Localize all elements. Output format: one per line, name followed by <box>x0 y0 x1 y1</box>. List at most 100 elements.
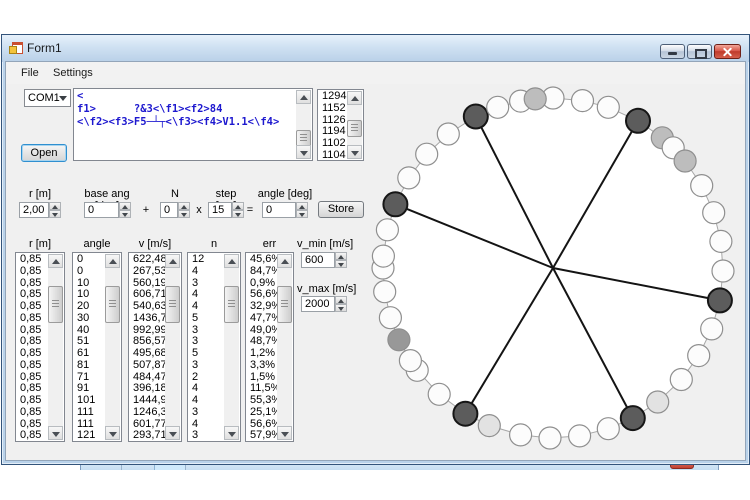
list-item[interactable]: 0 <box>74 254 105 266</box>
r-scrollbar[interactable] <box>48 254 63 440</box>
angle-value[interactable]: 0 <box>262 202 296 218</box>
list-item[interactable]: 12 <box>189 254 224 266</box>
list-item[interactable]: 4 <box>189 395 224 407</box>
step-up-button[interactable] <box>335 252 347 260</box>
v-max-stepper[interactable]: 2000 <box>301 296 347 312</box>
title-bar[interactable]: Form1 <box>2 35 749 62</box>
list-item[interactable]: 121 <box>74 430 105 440</box>
com-port-select[interactable]: COM1 <box>24 89 71 107</box>
list-item[interactable]: 25,1% <box>247 407 277 419</box>
step-down-button[interactable] <box>296 210 308 218</box>
list-item[interactable]: 1246,3 <box>130 407 165 419</box>
scroll-up-button[interactable] <box>347 91 362 105</box>
list-item[interactable]: 267,53 <box>130 266 165 278</box>
step-up-button[interactable] <box>178 202 190 210</box>
list-item[interactable]: 1444,9 <box>130 395 165 407</box>
step-down-button[interactable] <box>178 210 190 218</box>
list-item[interactable]: 0,85 <box>17 254 48 266</box>
list-item[interactable]: 101 <box>74 395 105 407</box>
n-listbox[interactable]: 12434453353244343 <box>187 252 241 442</box>
list-item[interactable]: 507,87 <box>130 360 165 372</box>
list-item[interactable]: 3,3% <box>247 360 277 372</box>
list-item[interactable]: 4 <box>189 266 224 278</box>
list-item[interactable]: 45,6% <box>247 254 277 266</box>
list-item[interactable]: 84,7% <box>247 266 277 278</box>
step-down-button[interactable] <box>335 260 347 268</box>
list-item[interactable]: 0,85 <box>17 266 48 278</box>
n-stepper[interactable]: 0 <box>160 202 190 218</box>
minimize-button[interactable] <box>660 44 685 59</box>
list-item[interactable]: 0,85 <box>17 348 48 360</box>
scrollbar-thumb[interactable] <box>224 286 239 323</box>
r-stepper[interactable]: 2,00 <box>19 202 61 218</box>
scroll-down-button[interactable] <box>347 145 362 159</box>
list-item[interactable]: 55,3% <box>247 395 277 407</box>
step-value[interactable]: 15 <box>208 202 232 218</box>
list-item[interactable]: 61 <box>74 348 105 360</box>
scrollbar-thumb[interactable] <box>277 286 292 323</box>
list-item[interactable]: 5 <box>189 313 224 325</box>
scroll-up-button[interactable] <box>224 254 239 268</box>
scroll-up-button[interactable] <box>105 254 120 268</box>
err-listbox[interactable]: 45,6%84,7%0,9%56,6%32,9%47,7%49,0%48,7%1… <box>245 252 294 442</box>
velocity-listbox[interactable]: 622,48267,53560,19606,71540,631436,7992,… <box>128 252 182 442</box>
step-up-button[interactable] <box>335 296 347 304</box>
serial-log-textarea[interactable]: < f1> ?&3<\f1><f2>84 <\f2><f3>F5─┴┬<\f3>… <box>73 88 313 161</box>
list-item[interactable]: 32,9% <box>247 301 277 313</box>
scrollbar-thumb[interactable] <box>347 120 362 138</box>
scroll-down-button[interactable] <box>48 426 63 440</box>
list-item[interactable]: 1,2% <box>247 348 277 360</box>
scroll-down-button[interactable] <box>105 426 120 440</box>
list-item[interactable]: 57,9% <box>247 430 277 440</box>
maximize-button[interactable] <box>687 44 712 59</box>
serial-log-scrollbar[interactable] <box>296 90 311 159</box>
step-down-button[interactable] <box>49 210 61 218</box>
list-item[interactable]: 1102 <box>319 138 347 150</box>
list-item[interactable]: 540,63 <box>130 301 165 313</box>
scroll-up-button[interactable] <box>296 90 311 104</box>
list-item[interactable]: 111 <box>74 407 105 419</box>
raw-values-scrollbar[interactable] <box>347 91 362 159</box>
step-up-button[interactable] <box>296 202 308 210</box>
list-item[interactable]: 1436,7 <box>130 313 165 325</box>
list-item[interactable]: 47,7% <box>247 313 277 325</box>
list-item[interactable]: 0,85 <box>17 301 48 313</box>
step-up-button[interactable] <box>232 202 244 210</box>
list-item[interactable]: 0,85 <box>17 360 48 372</box>
v-min-stepper[interactable]: 600 <box>301 252 347 268</box>
err-scrollbar[interactable] <box>277 254 292 440</box>
list-item[interactable]: 1152 <box>319 103 347 115</box>
n-scrollbar[interactable] <box>224 254 239 440</box>
list-item[interactable]: 293,71 <box>130 430 165 440</box>
list-item[interactable]: 20 <box>74 301 105 313</box>
scrollbar-thumb[interactable] <box>48 286 63 323</box>
velocity-scrollbar[interactable] <box>165 254 180 440</box>
step-stepper[interactable]: 15 <box>208 202 244 218</box>
step-up-button[interactable] <box>119 202 131 210</box>
angle-listbox[interactable]: 0010102030405161817191101111111121 <box>72 252 122 442</box>
base-angle-stepper[interactable]: 0 <box>84 202 131 218</box>
r-listbox[interactable]: 0,850,850,850,850,850,850,850,850,850,85… <box>15 252 65 442</box>
menu-item-file[interactable]: File <box>14 62 46 84</box>
list-item[interactable]: 0,85 <box>17 430 48 440</box>
list-item[interactable]: 30 <box>74 313 105 325</box>
list-item[interactable]: 1294 <box>319 91 347 103</box>
list-item[interactable]: 622,48 <box>130 254 165 266</box>
list-item[interactable]: 3 <box>189 407 224 419</box>
angle-scrollbar[interactable] <box>105 254 120 440</box>
list-item[interactable]: 4 <box>189 301 224 313</box>
n-value[interactable]: 0 <box>160 202 178 218</box>
menu-item-settings[interactable]: Settings <box>46 62 100 84</box>
scrollbar-thumb[interactable] <box>105 286 120 323</box>
list-item[interactable]: 81 <box>74 360 105 372</box>
step-down-button[interactable] <box>232 210 244 218</box>
list-item[interactable]: 0 <box>74 266 105 278</box>
list-item[interactable]: 1104 <box>319 150 347 159</box>
scroll-up-button[interactable] <box>165 254 180 268</box>
v-min-value[interactable]: 600 <box>301 252 335 268</box>
open-button[interactable]: Open <box>21 144 67 162</box>
scroll-down-button[interactable] <box>165 426 180 440</box>
list-item[interactable]: 0,85 <box>17 313 48 325</box>
list-item[interactable]: 3 <box>189 360 224 372</box>
scrollbar-thumb[interactable] <box>165 286 180 323</box>
